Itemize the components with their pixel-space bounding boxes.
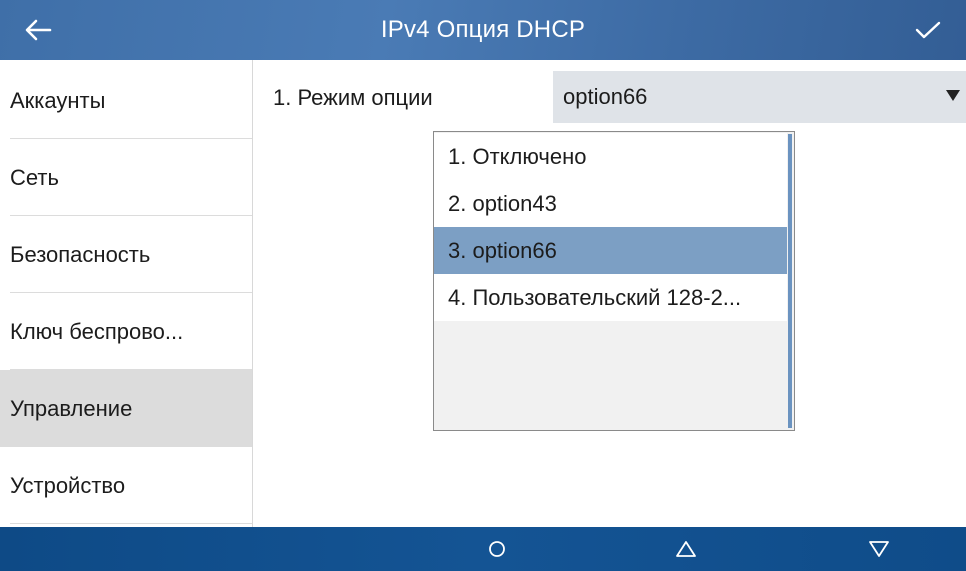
checkmark-icon — [915, 21, 941, 39]
option-mode-dropdown: 1. Отключено 2. option43 3. option66 4. … — [433, 131, 795, 431]
settings-sidebar: Аккаунты Сеть Безопасность Ключ беспрово… — [0, 60, 253, 527]
sidebar-item-label: Сеть — [10, 164, 59, 190]
scroll-down-button[interactable] — [859, 531, 899, 567]
sidebar-item-accounts[interactable]: Аккаунты — [0, 62, 252, 139]
sidebar-item-label: Ключ беспрово... — [10, 318, 184, 344]
navigation-bar — [0, 527, 966, 571]
confirm-button[interactable] — [908, 10, 948, 50]
scroll-up-button[interactable] — [666, 531, 706, 567]
dropdown-option-label: 2. option43 — [448, 190, 557, 216]
sidebar-item-device[interactable]: Устройство — [0, 447, 252, 524]
dropdown-option[interactable]: 4. Пользовательский 128-2... — [434, 274, 787, 321]
divider — [10, 523, 252, 524]
option-mode-label: 1. Режим опции — [273, 85, 433, 110]
sidebar-item-label: Устройство — [10, 472, 126, 498]
sidebar-item-label: Аккаунты — [10, 87, 106, 113]
dropdown-option-label: 4. Пользовательский 128-2... — [448, 284, 742, 310]
sidebar-item-network[interactable]: Сеть — [0, 139, 252, 216]
circle-home-icon — [489, 541, 505, 557]
dropdown-option-label: 3. option66 — [448, 237, 557, 263]
sidebar-item-label: Безопасность — [10, 241, 151, 267]
dropdown-option[interactable]: 2. option43 — [434, 180, 787, 227]
main-content: 1. Режим опции option66 1. Отключено 2. … — [253, 60, 966, 527]
page-title: IPv4 Опция DHCP — [380, 16, 586, 43]
sidebar-item-security[interactable]: Безопасность — [0, 216, 252, 293]
triangle-up-icon — [676, 541, 696, 557]
triangle-down-icon — [869, 541, 889, 557]
sidebar-item-management[interactable]: Управление — [0, 370, 252, 447]
dropdown-option-label: 1. Отключено — [448, 143, 587, 169]
dropdown-scrollbar[interactable] — [788, 134, 792, 428]
option-mode-select[interactable]: option66 — [553, 71, 966, 123]
home-button[interactable] — [477, 531, 517, 567]
select-value: option66 — [563, 84, 648, 109]
dropdown-option-selected[interactable]: 3. option66 — [434, 227, 787, 274]
dropdown-option[interactable]: 1. Отключено — [434, 133, 787, 180]
caret-down-icon — [946, 90, 960, 101]
sidebar-item-label: Управление — [10, 395, 133, 421]
title-bar: IPv4 Опция DHCP — [0, 0, 966, 60]
sidebar-item-wireless-key[interactable]: Ключ беспрово... — [0, 293, 252, 370]
